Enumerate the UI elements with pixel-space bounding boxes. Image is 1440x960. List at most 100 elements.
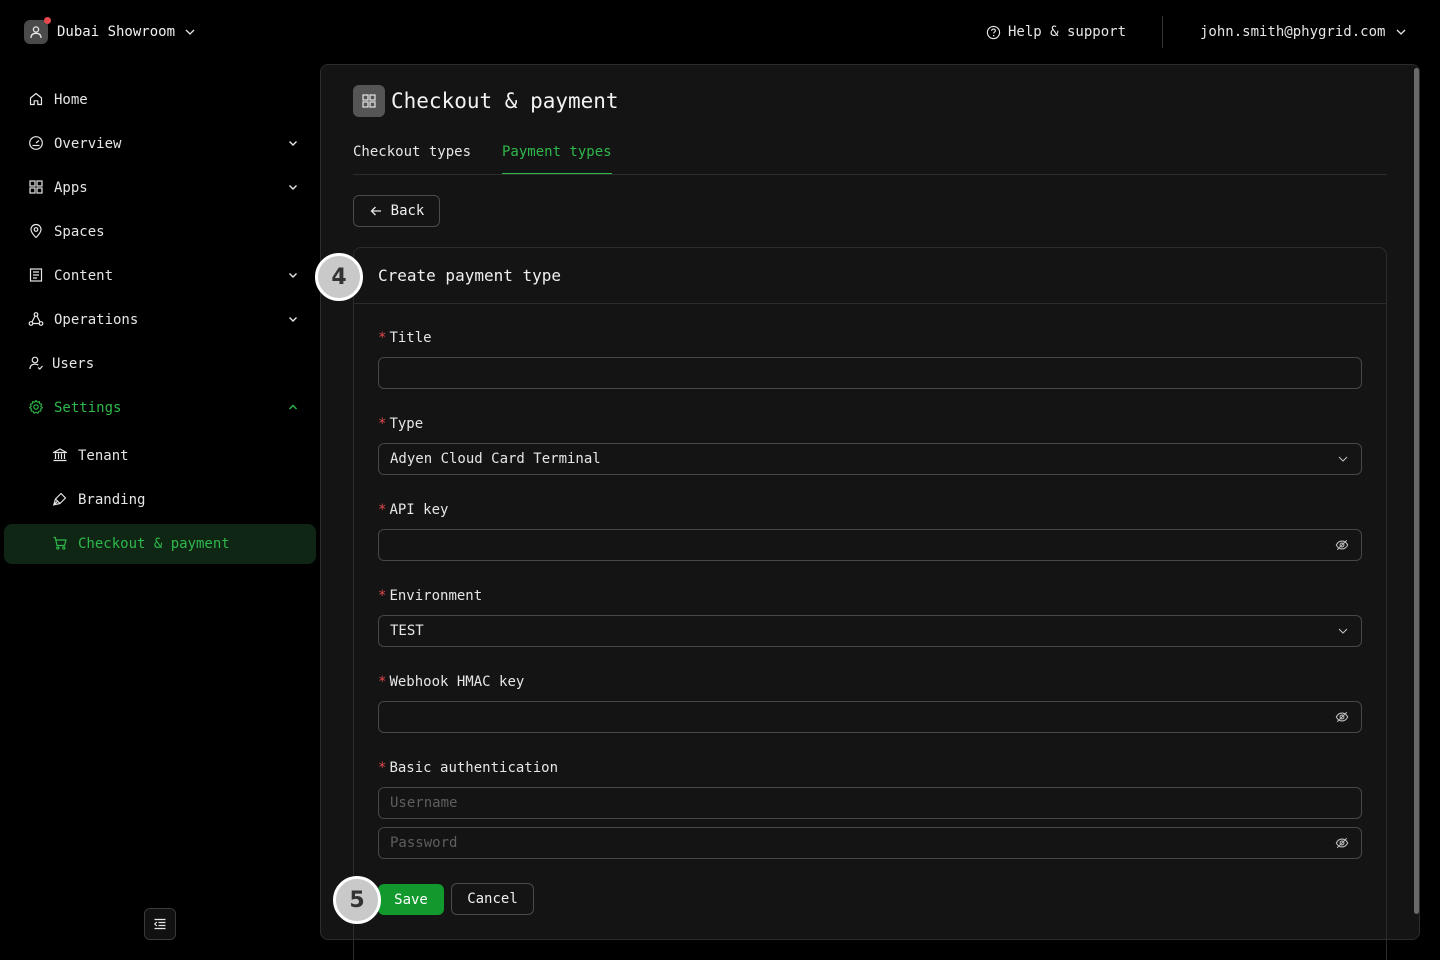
collapse-menu-icon [153,918,166,930]
required-asterisk: * [378,760,387,776]
environment-select[interactable]: TEST [378,615,1362,647]
title-field[interactable] [378,357,1362,389]
sidebar-item-operations[interactable]: Operations [4,300,316,340]
card-header-divider [354,303,1386,304]
eye-off-icon[interactable] [1335,836,1349,850]
cancel-button[interactable]: Cancel [451,883,534,915]
operations-icon [28,311,44,327]
sidebar-item-users[interactable]: Users [4,344,316,384]
title-input[interactable] [379,358,1361,388]
chevron-down-icon [287,181,299,193]
sidebar-item-branding[interactable]: Branding [4,480,316,520]
type-label: * Type [378,416,424,432]
user-icon [30,26,42,39]
sidebar-item-label: Checkout & payment [78,536,230,552]
sidebar-item-label: Settings [54,400,122,416]
hmac-key-field[interactable] [378,701,1362,733]
username-input[interactable] [379,788,1361,818]
environment-select-value: TEST [390,623,424,639]
chevron-down-icon [1337,453,1349,465]
title-label: * Title [378,330,432,346]
hmac-key-label: * Webhook HMAC key [378,674,525,690]
sidebar-item-label: Tenant [78,448,129,464]
users-icon [28,355,44,371]
eye-off-icon[interactable] [1335,710,1349,724]
arrow-left-icon [370,206,381,216]
step-badge-form: 4 [315,253,363,301]
save-button[interactable]: Save [378,884,444,915]
sidebar-item-label: Users [52,356,95,372]
page-title: Checkout & payment [391,89,619,113]
username-field[interactable] [378,787,1362,819]
help-label: Help & support [1008,24,1127,40]
required-asterisk: * [378,330,387,346]
sidebar-item-label: Spaces [54,224,105,240]
help-circle-icon [986,25,1001,39]
gauge-icon [28,135,44,151]
sidebar-item-label: Overview [54,136,122,152]
scrollbar[interactable] [1414,68,1419,914]
api-key-label: * API key [378,502,449,518]
password-field[interactable] [378,827,1362,859]
chevron-down-icon [287,269,299,281]
sidebar-item-checkout-payment[interactable]: Checkout & payment [4,524,316,564]
card-title: Create payment type [378,266,562,285]
type-select-value: Adyen Cloud Card Terminal [390,451,601,467]
tenant-name: Dubai Showroom [57,24,176,40]
page-icon [353,85,385,117]
api-key-input[interactable] [379,530,1361,560]
user-menu[interactable]: john.smith@phygrid.com [1200,22,1407,42]
gear-icon [28,399,44,415]
chevron-down-icon [287,137,299,149]
tenant-switcher[interactable]: Dubai Showroom [24,17,196,44]
content-icon [28,267,44,283]
cart-icon [52,535,68,551]
tab-payment-types[interactable]: Payment types [502,142,612,175]
api-key-field[interactable] [378,529,1362,561]
location-pin-icon [28,223,44,239]
tabs-divider [353,174,1387,175]
chevron-down-icon [1337,625,1349,637]
eye-off-icon[interactable] [1335,538,1349,552]
sidebar-item-label: Branding [78,492,146,508]
environment-label: * Environment [378,588,483,604]
tab-checkout-types[interactable]: Checkout types [353,142,471,175]
topbar-divider [1162,16,1163,48]
sidebar-item-label: Content [54,268,114,284]
type-select[interactable]: Adyen Cloud Card Terminal [378,443,1362,475]
sidebar-item-home[interactable]: Home [4,80,316,120]
required-asterisk: * [378,502,387,518]
apps-grid-icon [28,179,44,195]
basic-auth-label: * Basic authentication [378,760,559,776]
password-input[interactable] [379,828,1361,858]
user-email: john.smith@phygrid.com [1200,24,1386,40]
help-support-link[interactable]: Help & support [986,22,1126,42]
bank-icon [52,447,68,463]
notification-dot [44,17,51,24]
chevron-down-icon [185,29,195,35]
chevron-down-icon [287,313,299,325]
home-icon [28,91,44,107]
collapse-sidebar-button[interactable] [144,908,176,940]
sidebar-item-label: Apps [54,180,88,196]
step-badge-save: 5 [333,876,381,924]
sidebar-item-spaces[interactable]: Spaces [4,212,316,252]
apps-grid-icon [362,94,376,108]
sidebar-item-settings[interactable]: Settings [4,388,316,428]
sidebar-item-apps[interactable]: Apps [4,168,316,208]
chevron-up-icon [287,401,299,413]
back-button[interactable]: Back [353,195,440,227]
sidebar-item-content[interactable]: Content [4,256,316,296]
back-label: Back [390,203,425,219]
required-asterisk: * [378,674,387,690]
sidebar-item-tenant[interactable]: Tenant [4,436,316,476]
hmac-key-input[interactable] [379,702,1361,732]
required-asterisk: * [378,588,387,604]
brush-icon [52,491,68,507]
required-asterisk: * [378,416,387,432]
sidebar-item-label: Home [54,92,88,108]
sidebar-item-overview[interactable]: Overview [4,124,316,164]
sidebar-item-label: Operations [54,312,139,328]
chevron-down-icon [1396,29,1406,35]
tenant-avatar [24,17,51,44]
